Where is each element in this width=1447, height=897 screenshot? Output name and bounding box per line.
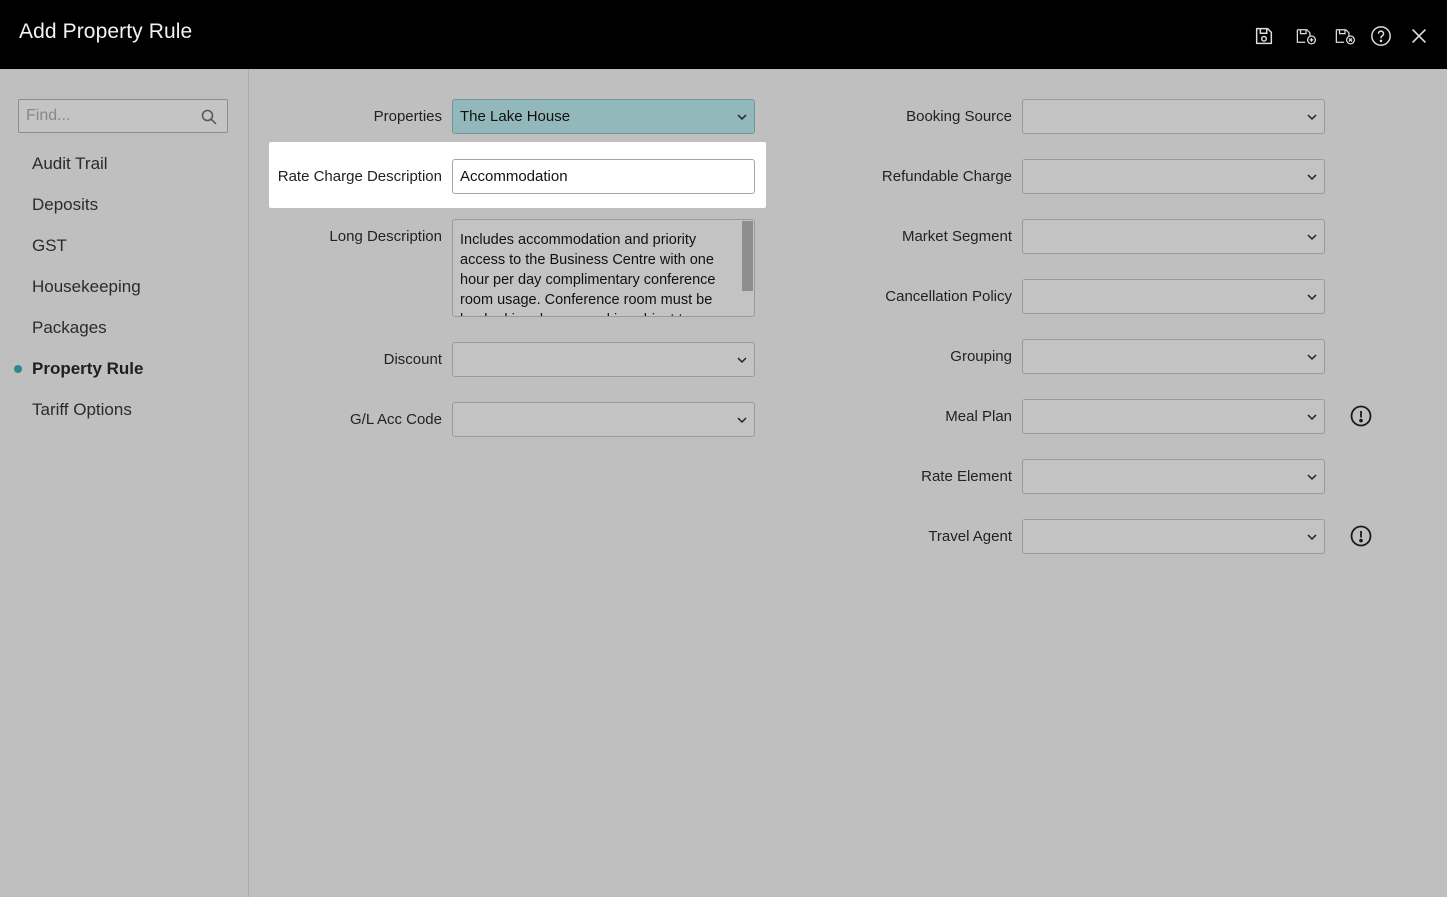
save-and-close-icon[interactable] [1331, 24, 1359, 48]
save-and-new-icon[interactable] [1292, 24, 1320, 48]
long-description-textarea[interactable]: Includes accommodation and priority acce… [452, 219, 755, 317]
active-indicator-dot [14, 365, 22, 373]
save-icon[interactable] [1252, 24, 1276, 48]
sidebar-nav: Audit Trail Deposits GST Housekeeping Pa… [0, 143, 249, 430]
sidebar-item-tariff-options[interactable]: Tariff Options [0, 389, 249, 430]
chevron-down-icon [737, 114, 747, 121]
market-segment-select[interactable] [1022, 219, 1325, 254]
rate-element-label: Rate Element [921, 468, 1012, 485]
sidebar-item-label: Deposits [32, 195, 99, 214]
chevron-down-icon [1307, 474, 1317, 481]
meal-plan-label: Meal Plan [945, 408, 1012, 425]
chevron-down-icon [737, 357, 747, 364]
grouping-label: Grouping [950, 348, 1012, 365]
long-description-text: Includes accommodation and priority acce… [460, 232, 716, 316]
sidebar-item-property-rule[interactable]: Property Rule [0, 348, 249, 389]
sidebar-item-label: Audit Trail [32, 154, 108, 173]
sidebar: Audit Trail Deposits GST Housekeeping Pa… [0, 69, 249, 897]
properties-label: Properties [373, 108, 442, 125]
grouping-select[interactable] [1022, 339, 1325, 374]
market-segment-label: Market Segment [901, 228, 1012, 245]
properties-value: The Lake House [460, 108, 571, 125]
gl-acc-code-label: G/L Acc Code [350, 411, 442, 428]
discount-label: Discount [383, 351, 442, 368]
alert-circle-icon[interactable] [1350, 405, 1372, 427]
rate-charge-description-field[interactable] [452, 159, 755, 194]
refundable-charge-label: Refundable Charge [881, 168, 1012, 185]
cancellation-policy-select[interactable] [1022, 279, 1325, 314]
properties-select[interactable]: The Lake House [452, 99, 755, 134]
chevron-down-icon [1307, 414, 1317, 421]
search-input[interactable] [19, 100, 227, 132]
cancellation-policy-label: Cancellation Policy [885, 288, 1012, 305]
sidebar-item-gst[interactable]: GST [0, 225, 249, 266]
alert-circle-icon[interactable] [1350, 525, 1372, 547]
title-bar: Add Property Rule [0, 0, 1447, 69]
sidebar-item-housekeeping[interactable]: Housekeeping [0, 266, 249, 307]
main-form: Properties The Lake House Rate Charge De… [250, 69, 1447, 897]
search-box[interactable] [18, 99, 228, 133]
chevron-down-icon [1307, 354, 1317, 361]
rate-charge-description-label: Rate Charge Description [277, 168, 442, 185]
chevron-down-icon [1307, 534, 1317, 541]
sidebar-item-audit-trail[interactable]: Audit Trail [0, 143, 249, 184]
help-icon[interactable] [1369, 24, 1393, 48]
close-icon[interactable] [1407, 24, 1431, 48]
page-title: Add Property Rule [19, 20, 193, 43]
textarea-scrollbar[interactable] [742, 221, 753, 291]
sidebar-item-label: Packages [32, 318, 107, 337]
travel-agent-select[interactable] [1022, 519, 1325, 554]
long-description-label: Long Description [329, 228, 442, 245]
chevron-down-icon [737, 417, 747, 424]
sidebar-item-label: Housekeeping [32, 277, 141, 296]
discount-select[interactable] [452, 342, 755, 377]
chevron-down-icon [1307, 114, 1317, 121]
sidebar-item-label: Tariff Options [32, 400, 132, 419]
travel-agent-label: Travel Agent [928, 528, 1012, 545]
chevron-down-icon [1307, 234, 1317, 241]
gl-acc-code-select[interactable] [452, 402, 755, 437]
sidebar-item-deposits[interactable]: Deposits [0, 184, 249, 225]
booking-source-select[interactable] [1022, 99, 1325, 134]
rate-element-select[interactable] [1022, 459, 1325, 494]
sidebar-item-label: GST [32, 236, 67, 255]
rate-charge-description-input[interactable] [453, 160, 754, 193]
chevron-down-icon [1307, 174, 1317, 181]
chevron-down-icon [1307, 294, 1317, 301]
sidebar-item-packages[interactable]: Packages [0, 307, 249, 348]
meal-plan-select[interactable] [1022, 399, 1325, 434]
booking-source-label: Booking Source [906, 108, 1012, 125]
refundable-charge-select[interactable] [1022, 159, 1325, 194]
search-icon[interactable] [201, 109, 217, 125]
sidebar-item-label: Property Rule [32, 359, 144, 378]
